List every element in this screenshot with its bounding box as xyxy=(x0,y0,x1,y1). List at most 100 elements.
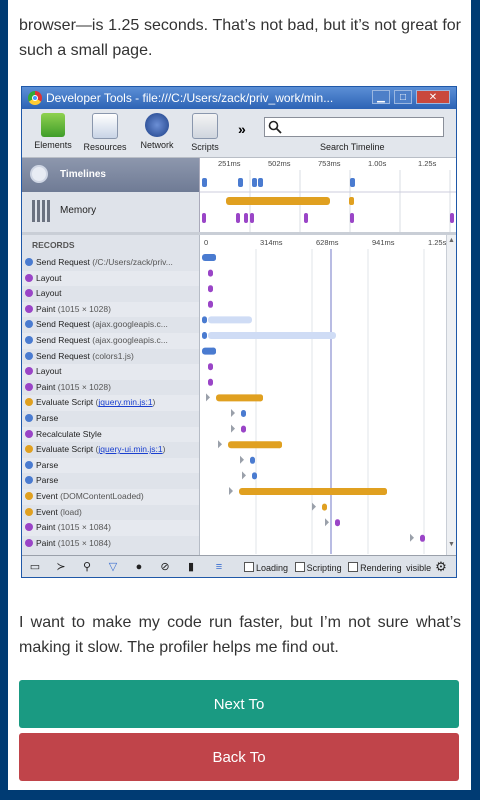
clear-icon[interactable]: ⊘ xyxy=(158,560,172,574)
visible-label: visible xyxy=(406,563,432,573)
record-row[interactable]: Parse xyxy=(22,457,199,474)
ruler-tick-label: 941ms xyxy=(372,238,395,247)
scroll-up-icon[interactable]: ▲ xyxy=(448,237,455,244)
record-label: Send Request xyxy=(36,350,90,361)
loading-label: Loading xyxy=(256,563,289,573)
record-bar xyxy=(420,534,425,542)
overview-memory-row[interactable]: Memory xyxy=(22,192,199,232)
back-button[interactable]: Back To xyxy=(19,733,459,781)
tool-resources[interactable]: Resources xyxy=(80,113,130,152)
record-row[interactable]: Evaluate Script (jquery.min.js:1) xyxy=(22,395,199,411)
record-row[interactable]: Paint (1015 × 1028) xyxy=(22,380,199,396)
rendering-checkbox[interactable] xyxy=(348,562,359,572)
scripting-label: Scripting xyxy=(306,563,342,573)
garbage-icon[interactable]: ▮ xyxy=(184,560,198,574)
records-scrollbar[interactable]: ▲ ▼ xyxy=(446,235,456,555)
network-icon xyxy=(145,113,169,137)
record-label: Evaluate Script xyxy=(36,444,94,455)
record-category-icon xyxy=(25,523,33,532)
next-button[interactable]: Next To xyxy=(19,680,459,728)
record-category-icon xyxy=(25,507,33,516)
tool-network[interactable]: Network xyxy=(132,113,182,150)
article-paragraph-2: I want to make my code run faster, but I… xyxy=(19,614,461,656)
settings-gear-icon[interactable]: ⚙ xyxy=(434,560,448,574)
record-row[interactable]: Send Request (ajax.googleapis.c... xyxy=(22,333,199,349)
expand-arrow-icon xyxy=(312,502,316,511)
close-icon[interactable]: ✕ xyxy=(416,90,450,104)
record-category-icon xyxy=(25,492,33,500)
glue-records-icon[interactable]: ≡ xyxy=(212,560,226,574)
record-row[interactable]: Event (load) xyxy=(22,505,199,521)
record-row[interactable]: Event (DOMContentLoaded) xyxy=(22,489,199,505)
record-bar xyxy=(239,488,387,495)
records-ruler: 0 314ms 628ms 941ms 1.25s xyxy=(200,237,446,249)
expand-arrow-icon xyxy=(206,393,210,402)
record-label: Evaluate Script xyxy=(36,397,94,408)
record-label: Layout xyxy=(36,366,62,377)
search-timeline-input[interactable] xyxy=(264,117,444,137)
record-detail: (1015 × 1028) xyxy=(55,381,111,392)
record-category-icon xyxy=(25,273,33,282)
minimize-icon[interactable]: ▁ xyxy=(372,90,390,104)
overview-bar xyxy=(250,213,254,223)
timeline-overview: Timelines Memory 251ms 502ms 753ms 1.00s 1.2… xyxy=(22,158,456,233)
overview-bar xyxy=(350,213,354,223)
overview-bar xyxy=(244,213,248,223)
console-icon[interactable]: ≻ xyxy=(54,560,68,574)
record-bar xyxy=(322,503,327,511)
record-detail: (ajax.googleapis.c... xyxy=(89,335,168,345)
record-category-icon xyxy=(25,398,33,407)
scripting-checkbox[interactable] xyxy=(294,562,305,572)
expand-arrow-icon xyxy=(410,533,414,542)
record-row[interactable]: Send Request (ajax.googleapis.c... xyxy=(22,317,199,333)
ruler-tick-label: 251ms xyxy=(218,159,241,168)
overview-bar xyxy=(202,213,206,223)
elements-icon xyxy=(41,113,65,137)
search-icon-small[interactable]: ⚲ xyxy=(80,560,94,574)
record-row[interactable]: Paint (1015 × 1028) xyxy=(22,301,199,318)
overview-chart xyxy=(200,170,456,232)
record-label: Parse xyxy=(36,413,59,423)
record-row[interactable]: Paint (1015 × 1084) xyxy=(22,520,199,536)
scroll-down-icon[interactable]: ▼ xyxy=(448,541,455,548)
record-category-icon xyxy=(25,382,33,391)
record-row[interactable]: Evaluate Script (jquery-ui.min.js:1) xyxy=(22,442,199,458)
record-label: Send Request xyxy=(36,319,90,330)
tool-elements[interactable]: Elements xyxy=(28,113,78,150)
record-row[interactable]: Send Request (colors1.js) xyxy=(22,349,199,365)
tool-scripts[interactable]: Scripts xyxy=(180,113,230,152)
record-label: Layout xyxy=(36,288,62,299)
record-source-link[interactable]: jquery.min.js:1 xyxy=(98,397,152,407)
record-row[interactable]: Paint (1015 × 1084) xyxy=(22,536,199,552)
record-icon[interactable]: ● xyxy=(132,560,146,574)
record-row[interactable]: Parse xyxy=(22,473,199,489)
record-row[interactable]: Layout xyxy=(22,286,199,302)
record-row[interactable]: Layout xyxy=(22,364,199,380)
overview-bar xyxy=(202,178,207,187)
overview-timelines-row[interactable]: Timelines xyxy=(22,158,199,192)
devtools-statusbar: ▭ ≻ ⚲ ▽ ● ⊘ ▮ ≡ Loading Scripting Render… xyxy=(22,555,456,577)
search-icon xyxy=(268,120,282,134)
record-category-icon xyxy=(25,258,33,266)
maximize-icon[interactable]: □ xyxy=(394,90,412,104)
record-row[interactable]: Layout xyxy=(22,270,199,287)
records-list: RECORDS Send Request (/C:/Users/zack/pri… xyxy=(22,235,200,555)
record-category-icon xyxy=(25,445,33,454)
record-row[interactable]: Parse xyxy=(22,411,199,427)
record-source-link[interactable]: jquery-ui.min.js:1 xyxy=(98,444,162,454)
filter-icon[interactable]: ▽ xyxy=(106,560,120,574)
loading-checkbox[interactable] xyxy=(244,562,254,572)
record-row[interactable]: Send Request (/C:/Users/zack/priv... xyxy=(22,255,199,271)
ruler-tick-label: 1.00s xyxy=(368,159,387,168)
dock-icon[interactable]: ▭ xyxy=(28,560,42,574)
overview-ruler: 251ms 502ms 753ms 1.00s 1.25s xyxy=(200,158,456,170)
record-bar xyxy=(228,441,282,449)
memory-icon xyxy=(32,200,52,222)
tool-scripts-label: Scripts xyxy=(191,142,219,152)
records-header: RECORDS xyxy=(32,240,75,250)
more-tools-chevron-icon[interactable]: » xyxy=(238,121,246,137)
expand-arrow-icon xyxy=(231,409,235,417)
ruler-tick-label: 753ms xyxy=(318,159,341,168)
record-category-icon xyxy=(25,460,33,469)
record-row[interactable]: Recalculate Style xyxy=(22,426,199,443)
